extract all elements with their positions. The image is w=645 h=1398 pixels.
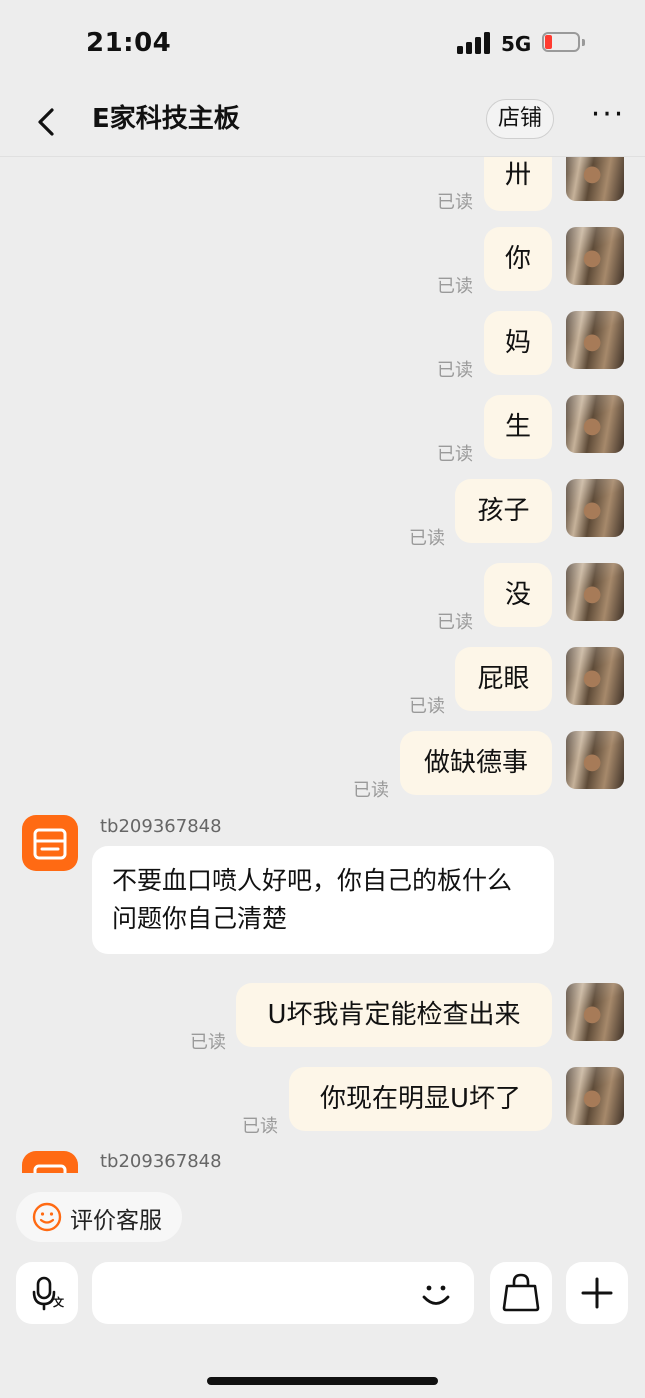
rate-service-label: 评价客服 xyxy=(70,1208,162,1234)
shop-avatar[interactable] xyxy=(22,815,78,871)
message-bubble[interactable]: 卅 xyxy=(484,157,552,211)
message-bubble[interactable]: 屁眼 xyxy=(455,647,552,711)
user-avatar[interactable] xyxy=(566,1067,624,1125)
signal-icon xyxy=(457,32,493,54)
smile-icon[interactable] xyxy=(414,1272,458,1316)
svg-text:文: 文 xyxy=(53,1295,65,1309)
voice-button[interactable]: 文 xyxy=(16,1262,78,1324)
sender-nickname: tb209367848 xyxy=(100,1151,222,1172)
message-bubble[interactable]: 妈 xyxy=(484,311,552,375)
message-bubble[interactable]: 没 xyxy=(484,563,552,627)
battery-icon xyxy=(542,32,586,54)
read-status: 已读 xyxy=(437,360,473,381)
read-status: 已读 xyxy=(437,192,473,213)
read-status: 已读 xyxy=(190,1032,226,1053)
sender-nickname: tb209367848 xyxy=(100,816,222,837)
message-bubble[interactable]: 你 xyxy=(484,227,552,291)
message-bubble[interactable]: U坏我肯定能检查出来 xyxy=(236,983,552,1047)
network-type: 5G xyxy=(501,32,532,56)
user-avatar[interactable] xyxy=(566,647,624,705)
home-indicator[interactable] xyxy=(207,1377,438,1385)
message-bubble[interactable]: 生 xyxy=(484,395,552,459)
shopping-bag-icon xyxy=(502,1273,540,1312)
chevron-left-icon[interactable] xyxy=(28,102,68,142)
read-status: 已读 xyxy=(437,444,473,465)
user-avatar[interactable] xyxy=(566,983,624,1041)
shop-avatar[interactable] xyxy=(22,1151,78,1173)
shopping-bag-button[interactable] xyxy=(490,1262,552,1324)
read-status: 已读 xyxy=(409,528,445,549)
user-avatar[interactable] xyxy=(566,227,624,285)
user-avatar[interactable] xyxy=(566,563,624,621)
chat-list[interactable]: 卅 已读 你 已读 妈 已读 生 已读 孩子 已读 没 已读 屁眼 已读 做缺德… xyxy=(0,157,645,1173)
user-avatar[interactable] xyxy=(566,311,624,369)
nav-bar: E家科技主板 店铺 ··· xyxy=(0,88,645,157)
more-icon[interactable]: ··· xyxy=(588,100,628,134)
read-status: 已读 xyxy=(409,696,445,717)
input-bar: 文 xyxy=(0,1262,645,1324)
message-bubble[interactable]: 孩子 xyxy=(455,479,552,543)
plus-button[interactable] xyxy=(566,1262,628,1324)
plus-icon xyxy=(581,1277,613,1309)
read-status: 已读 xyxy=(242,1116,278,1137)
microphone-translate-icon: 文 xyxy=(32,1276,65,1311)
status-time: 21:04 xyxy=(86,28,172,58)
message-bubble[interactable]: 不要血口喷人好吧，你自己的板什么问题你自己清楚 xyxy=(92,846,554,954)
user-avatar[interactable] xyxy=(566,395,624,453)
message-bubble[interactable]: 你现在明显U坏了 xyxy=(289,1067,552,1131)
shop-button[interactable]: 店铺 xyxy=(486,99,554,139)
status-bar: 21:04 5G xyxy=(0,0,645,88)
user-avatar[interactable] xyxy=(566,479,624,537)
read-status: 已读 xyxy=(353,780,389,801)
user-avatar[interactable] xyxy=(566,731,624,789)
message-bubble[interactable]: 做缺德事 xyxy=(400,731,552,795)
read-status: 已读 xyxy=(437,612,473,633)
page-title: E家科技主板 xyxy=(92,104,240,134)
smile-icon xyxy=(32,1202,62,1232)
user-avatar[interactable] xyxy=(566,157,624,201)
rate-service-button[interactable]: 评价客服 xyxy=(16,1192,182,1242)
read-status: 已读 xyxy=(437,276,473,297)
